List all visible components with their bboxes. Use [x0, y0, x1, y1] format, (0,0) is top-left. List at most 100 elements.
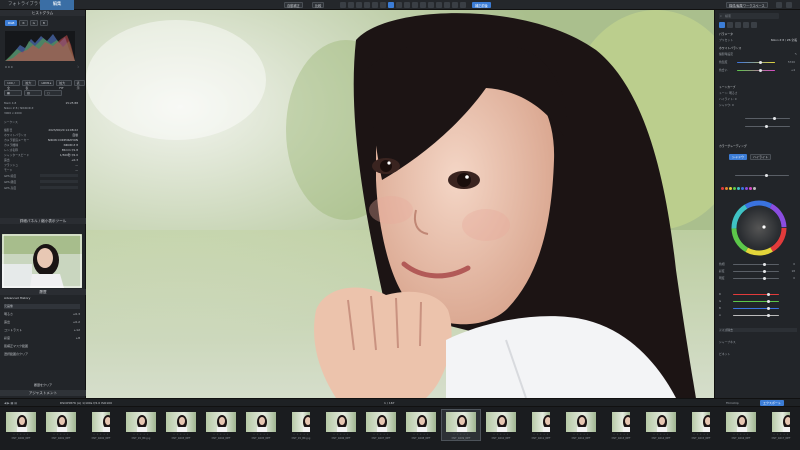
- rating-dots[interactable]: • • • • •: [562, 433, 600, 436]
- detail-tab-icon[interactable]: [735, 22, 741, 28]
- tone-curve-title[interactable]: トーンカーブ: [719, 85, 797, 89]
- lower-section-row[interactable]: シャープネス: [719, 340, 797, 344]
- spot-heal-icon[interactable]: [364, 2, 370, 8]
- filmstrip-thumb[interactable]: • • • • • DST_4604_NEF: [202, 410, 240, 440]
- preset-value[interactable]: Nikon Z 8 / Z6 全般: [771, 38, 797, 42]
- filmstrip-thumb[interactable]: • • • • • DST_4612_NEF: [562, 410, 600, 440]
- color-grading-title[interactable]: カラーグレーディング: [719, 144, 797, 148]
- history-item[interactable]: 元画像: [4, 304, 80, 309]
- info-icon[interactable]: [452, 2, 458, 8]
- filmstrip-thumb[interactable]: • • • • • DST_4600_NEF: [2, 410, 40, 440]
- export-button[interactable]: エクスポート: [760, 400, 784, 406]
- filmstrip-nav-icons[interactable]: ◀ ▶ ▦ ▤: [4, 401, 17, 405]
- hand-icon[interactable]: [420, 2, 426, 8]
- filmstrip-thumb[interactable]: • • • • • DST_4607_NEF: [362, 410, 400, 440]
- rating-dots[interactable]: • • • • •: [602, 433, 640, 436]
- eyedropper-icon[interactable]: [412, 2, 418, 8]
- color-swatch[interactable]: [721, 187, 724, 190]
- clear-history-button[interactable]: 履歴をクリア: [20, 382, 66, 388]
- lower-section-row[interactable]: ビネット: [719, 352, 797, 356]
- view-lrm-button[interactable]: LRM1s: [38, 80, 55, 86]
- rating-dots[interactable]: • • • • •: [442, 433, 480, 436]
- split-view-icon[interactable]: ▥: [24, 90, 42, 96]
- lower-section-row[interactable]: ノイズ除去: [719, 328, 797, 332]
- tone-row-highlight[interactable]: ハイライト: 0: [719, 97, 797, 101]
- color-swatch[interactable]: [733, 187, 736, 190]
- brush-icon[interactable]: [380, 2, 386, 8]
- color-swatch[interactable]: [741, 187, 744, 190]
- redeye-icon[interactable]: [372, 2, 378, 8]
- histogram-r-button[interactable]: R: [19, 20, 28, 26]
- effects-tab-icon[interactable]: [743, 22, 749, 28]
- gradient-icon[interactable]: [396, 2, 402, 8]
- filmstrip-thumb[interactable]: • • • • • DST_4605_NEF: [242, 410, 280, 440]
- filmstrip-thumb[interactable]: • • • • • DST_4603_NEF: [162, 410, 200, 440]
- rating-dots[interactable]: • • • • •: [42, 433, 80, 436]
- straighten-icon[interactable]: [356, 2, 362, 8]
- filmstrip-thumb[interactable]: • • • • • DST_4601_NEF: [42, 410, 80, 440]
- rating-dots[interactable]: • • • • •: [522, 433, 560, 436]
- tone-slider[interactable]: [745, 117, 790, 121]
- highlight-tab[interactable]: ハイライト: [750, 154, 771, 160]
- history-item[interactable]: コントラスト +12: [4, 328, 80, 333]
- color-tab-icon[interactable]: [727, 22, 733, 28]
- auto-correct-button[interactable]: 自動補正: [284, 2, 303, 8]
- history-item[interactable]: 彩度 +8: [4, 336, 80, 341]
- histogram-b-button[interactable]: B: [39, 20, 48, 26]
- color-swatch[interactable]: [749, 187, 752, 190]
- main-photo-canvas[interactable]: [86, 10, 714, 398]
- search-input[interactable]: 検索: [719, 13, 779, 19]
- rating-dots[interactable]: • • • • •: [282, 433, 320, 436]
- color-wheel[interactable]: [731, 200, 787, 256]
- select-tool-icon[interactable]: [388, 2, 394, 8]
- rating-dots[interactable]: • • • • •: [642, 433, 680, 436]
- before-after-button[interactable]: 補正前後: [472, 2, 491, 8]
- tone-slider-2[interactable]: [745, 125, 790, 129]
- adjustment-tab[interactable]: アジャストメント: [0, 390, 86, 396]
- navigator-thumbnail[interactable]: [2, 234, 82, 288]
- filmstrip-thumb[interactable]: • • • • • DST_4614_NEF: [642, 410, 680, 440]
- loupe-view-icon[interactable]: ▢: [44, 90, 62, 96]
- workspace-button[interactable]: 構成/編集ワークスペース: [726, 2, 768, 8]
- filmstrip-thumb[interactable]: • • • • • DST_4615_NEF: [682, 410, 720, 440]
- rating-dots[interactable]: • • • • •: [402, 433, 440, 436]
- rating-dots[interactable]: • • • • •: [482, 433, 520, 436]
- rating-dots[interactable]: • • • • •: [362, 433, 400, 436]
- zoom-icon[interactable]: [428, 2, 434, 8]
- loupe-icon[interactable]: [444, 2, 450, 8]
- rating-dots[interactable]: • • • • •: [82, 433, 120, 436]
- view-zoom-button[interactable]: 拡大表: [22, 80, 37, 90]
- grid-icon[interactable]: [436, 2, 442, 8]
- rating-dots[interactable]: • • • • •: [202, 433, 240, 436]
- filmstrip-thumb[interactable]: • • • • • DST_4611_NEF: [522, 410, 560, 440]
- rating-dots[interactable]: • • • • •: [122, 433, 160, 436]
- filmstrip-thumb[interactable]: • • • • • DST_4608_NEF: [402, 410, 440, 440]
- color-swatch[interactable]: [753, 187, 756, 190]
- rating-dots[interactable]: • • • • •: [722, 433, 760, 436]
- grid-view-icon[interactable]: ▦: [4, 90, 22, 96]
- eyedropper-icon[interactable]: ✎: [795, 52, 797, 56]
- history-item[interactable]: 選択範囲のクリア: [4, 352, 80, 357]
- view-100-button[interactable]: 100 / 全: [4, 80, 21, 90]
- history-item[interactable]: 露出 +0.2: [4, 320, 80, 325]
- minimize-icon[interactable]: [776, 2, 782, 8]
- compare-button[interactable]: 比較: [312, 2, 325, 8]
- filmstrip-thumb[interactable]: • • • • • DST_4613_NEF: [602, 410, 640, 440]
- view-fit-button[interactable]: 拡大FIT: [56, 80, 72, 90]
- histogram-mode-button[interactable]: RGB: [5, 20, 18, 26]
- filmstrip-thumb[interactable]: • • • • • DST_45_BK.jpg: [122, 410, 160, 440]
- grading-slider[interactable]: [735, 174, 789, 178]
- tone-row-shadow[interactable]: シャドウ: 0: [719, 103, 797, 107]
- filmstrip-thumb[interactable]: • • • • • DST_4610_NEF: [482, 410, 520, 440]
- color-swatch[interactable]: [725, 187, 728, 190]
- history-item[interactable]: 明るさ +0.3: [4, 312, 80, 317]
- color-swatch[interactable]: [729, 187, 732, 190]
- filmstrip-thumb[interactable]: • • • • • DST_4609_NEF: [441, 409, 481, 441]
- wb-mode[interactable]: 撮影時設定: [719, 52, 733, 56]
- rating-dots[interactable]: • • • • •: [242, 433, 280, 436]
- rotate-icon[interactable]: [348, 2, 354, 8]
- wb-section-title[interactable]: ホワイトバランス: [719, 46, 797, 50]
- color-swatches[interactable]: [721, 186, 797, 191]
- color-swatch[interactable]: [737, 187, 740, 190]
- histogram-g-button[interactable]: G: [29, 20, 38, 26]
